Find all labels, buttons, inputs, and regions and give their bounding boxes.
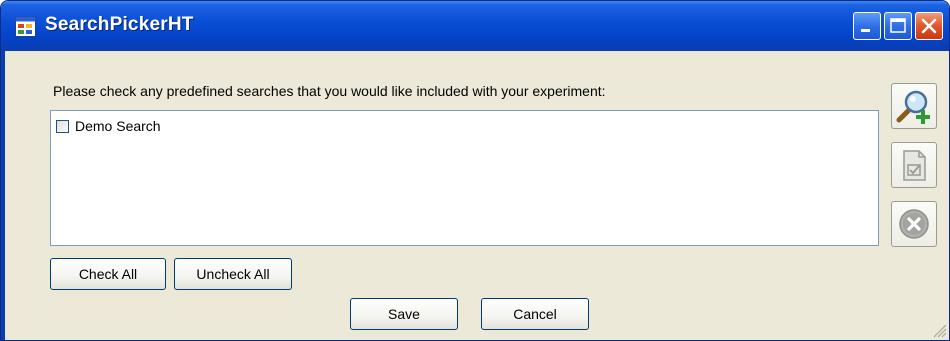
cancel-button[interactable]: Cancel <box>481 298 589 330</box>
title-bar[interactable]: SearchPickerHT <box>1 1 949 51</box>
close-button[interactable] <box>915 12 943 40</box>
resize-grip-icon[interactable] <box>931 322 947 338</box>
delete-search-button[interactable] <box>891 201 937 247</box>
delete-icon <box>899 209 929 239</box>
list-item-label: Demo Search <box>75 118 161 134</box>
minimize-button[interactable] <box>853 12 881 40</box>
edit-search-button[interactable] <box>891 142 937 188</box>
predefined-searches-list[interactable]: Demo Search <box>50 110 879 246</box>
check-all-button[interactable]: Check All <box>50 258 166 290</box>
edit-document-icon <box>903 150 926 181</box>
close-icon <box>921 18 937 34</box>
list-item[interactable]: Demo Search <box>56 117 161 135</box>
window-title: SearchPickerHT <box>45 14 194 35</box>
maximize-icon <box>890 18 906 33</box>
search-add-icon <box>896 90 930 124</box>
window-left-border <box>1 51 5 340</box>
save-button[interactable]: Save <box>350 298 458 330</box>
add-search-button[interactable] <box>891 83 937 129</box>
uncheck-all-button[interactable]: Uncheck All <box>174 258 292 290</box>
instruction-text: Please check any predefined searches tha… <box>53 83 606 99</box>
demo-search-checkbox[interactable] <box>56 119 69 133</box>
app-icon <box>15 16 36 37</box>
searchpicker-window: SearchPickerHT Please check any predefin… <box>0 0 950 341</box>
minimize-icon <box>861 29 870 32</box>
maximize-button[interactable] <box>884 12 912 40</box>
